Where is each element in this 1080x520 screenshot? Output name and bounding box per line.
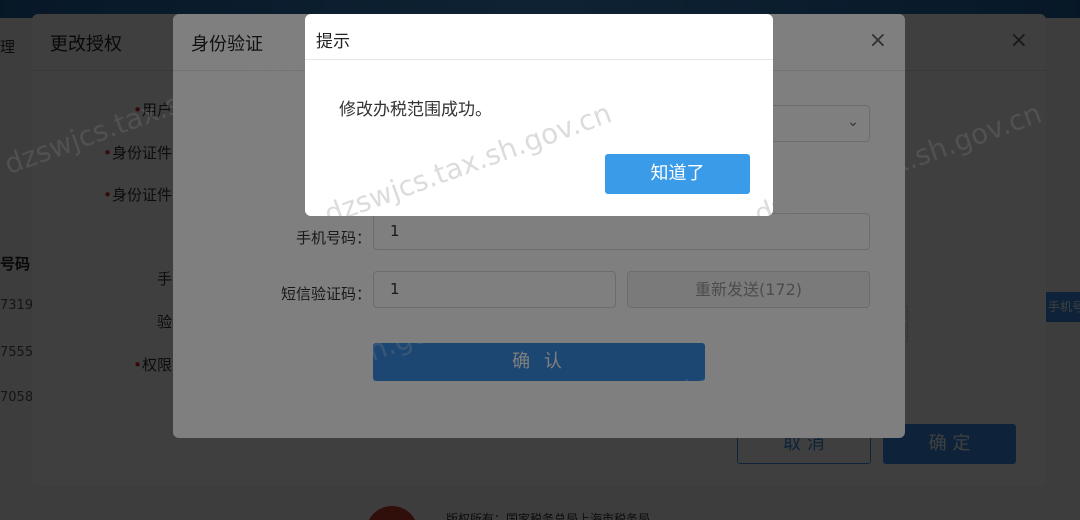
alert-title: 提示 <box>316 32 350 52</box>
divider <box>305 59 773 60</box>
alert-dialog: 提示 修改办税范围成功。 知道了 <box>305 14 773 216</box>
acknowledge-button[interactable]: 知道了 <box>605 154 750 194</box>
alert-message: 修改办税范围成功。 <box>339 100 492 120</box>
